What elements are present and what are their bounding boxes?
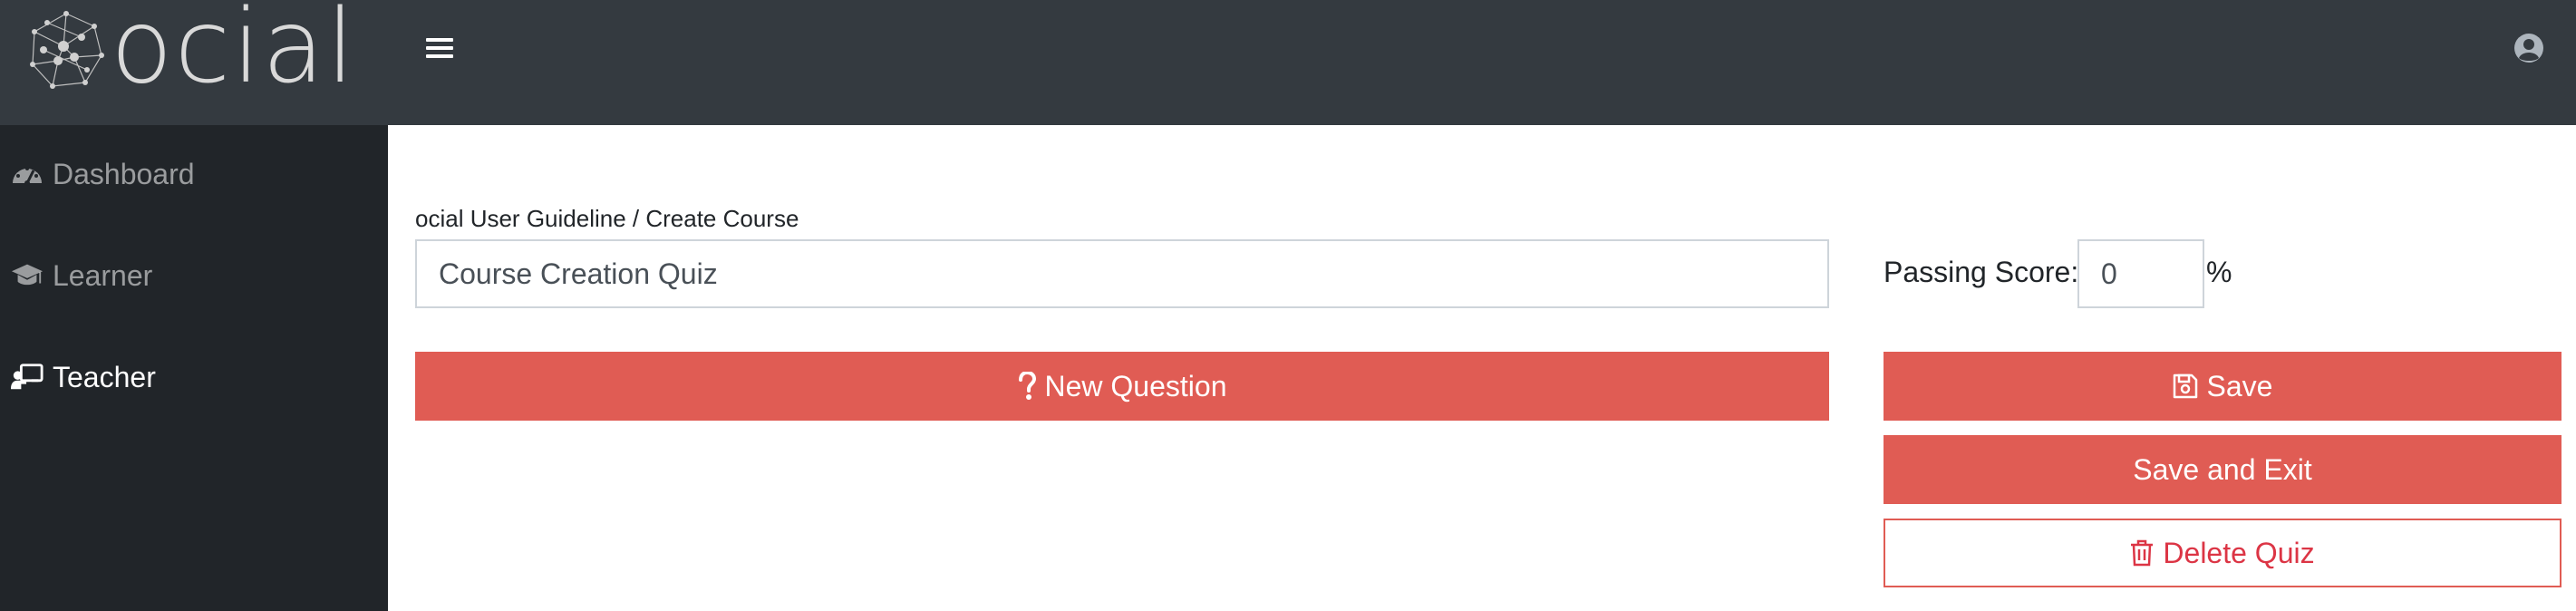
user-circle-icon[interactable]: [2513, 33, 2544, 63]
chalkboard-teacher-icon: [11, 361, 44, 393]
passing-score-label: Passing Score:: [1884, 256, 2079, 288]
trash-icon: [2130, 539, 2154, 567]
sidebar-item-learner[interactable]: Learner: [0, 239, 388, 312]
passing-score-input[interactable]: [2077, 239, 2204, 308]
graduation-cap-icon: [11, 259, 44, 292]
question-icon: [1018, 372, 1036, 401]
delete-quiz-button[interactable]: Delete Quiz: [1884, 519, 2561, 587]
brand-name: ocial: [111, 0, 356, 106]
save-button[interactable]: Save: [1884, 352, 2561, 421]
network-logo-icon: [30, 11, 104, 89]
new-question-label: New Question: [1044, 369, 1227, 402]
brand-logo[interactable]: ocial: [27, 0, 356, 106]
tachometer-icon: [11, 158, 44, 190]
top-navbar: ocial: [0, 0, 2576, 125]
sidebar-item-label: Learner: [53, 258, 153, 292]
quiz-title-input[interactable]: [415, 239, 1829, 308]
sidebar-item-label: Teacher: [53, 360, 156, 393]
percent-sign: %: [2206, 256, 2232, 288]
sidebar-item-dashboard[interactable]: Dashboard: [0, 138, 388, 210]
sidebar-item-label: Dashboard: [53, 157, 195, 190]
save-and-exit-button[interactable]: Save and Exit: [1884, 435, 2561, 504]
sidebar-item-teacher[interactable]: Teacher: [0, 341, 388, 413]
delete-quiz-label: Delete Quiz: [2163, 536, 2315, 569]
breadcrumb: ocial User Guideline / Create Course: [415, 205, 799, 232]
floppy-disk-icon: [2173, 373, 2198, 399]
new-question-button[interactable]: New Question: [415, 352, 1829, 421]
hamburger-icon[interactable]: [426, 38, 453, 62]
save-label: Save: [2206, 369, 2273, 402]
save-and-exit-label: Save and Exit: [2133, 452, 2312, 486]
sidebar: Dashboard Learner Teacher: [0, 125, 388, 611]
